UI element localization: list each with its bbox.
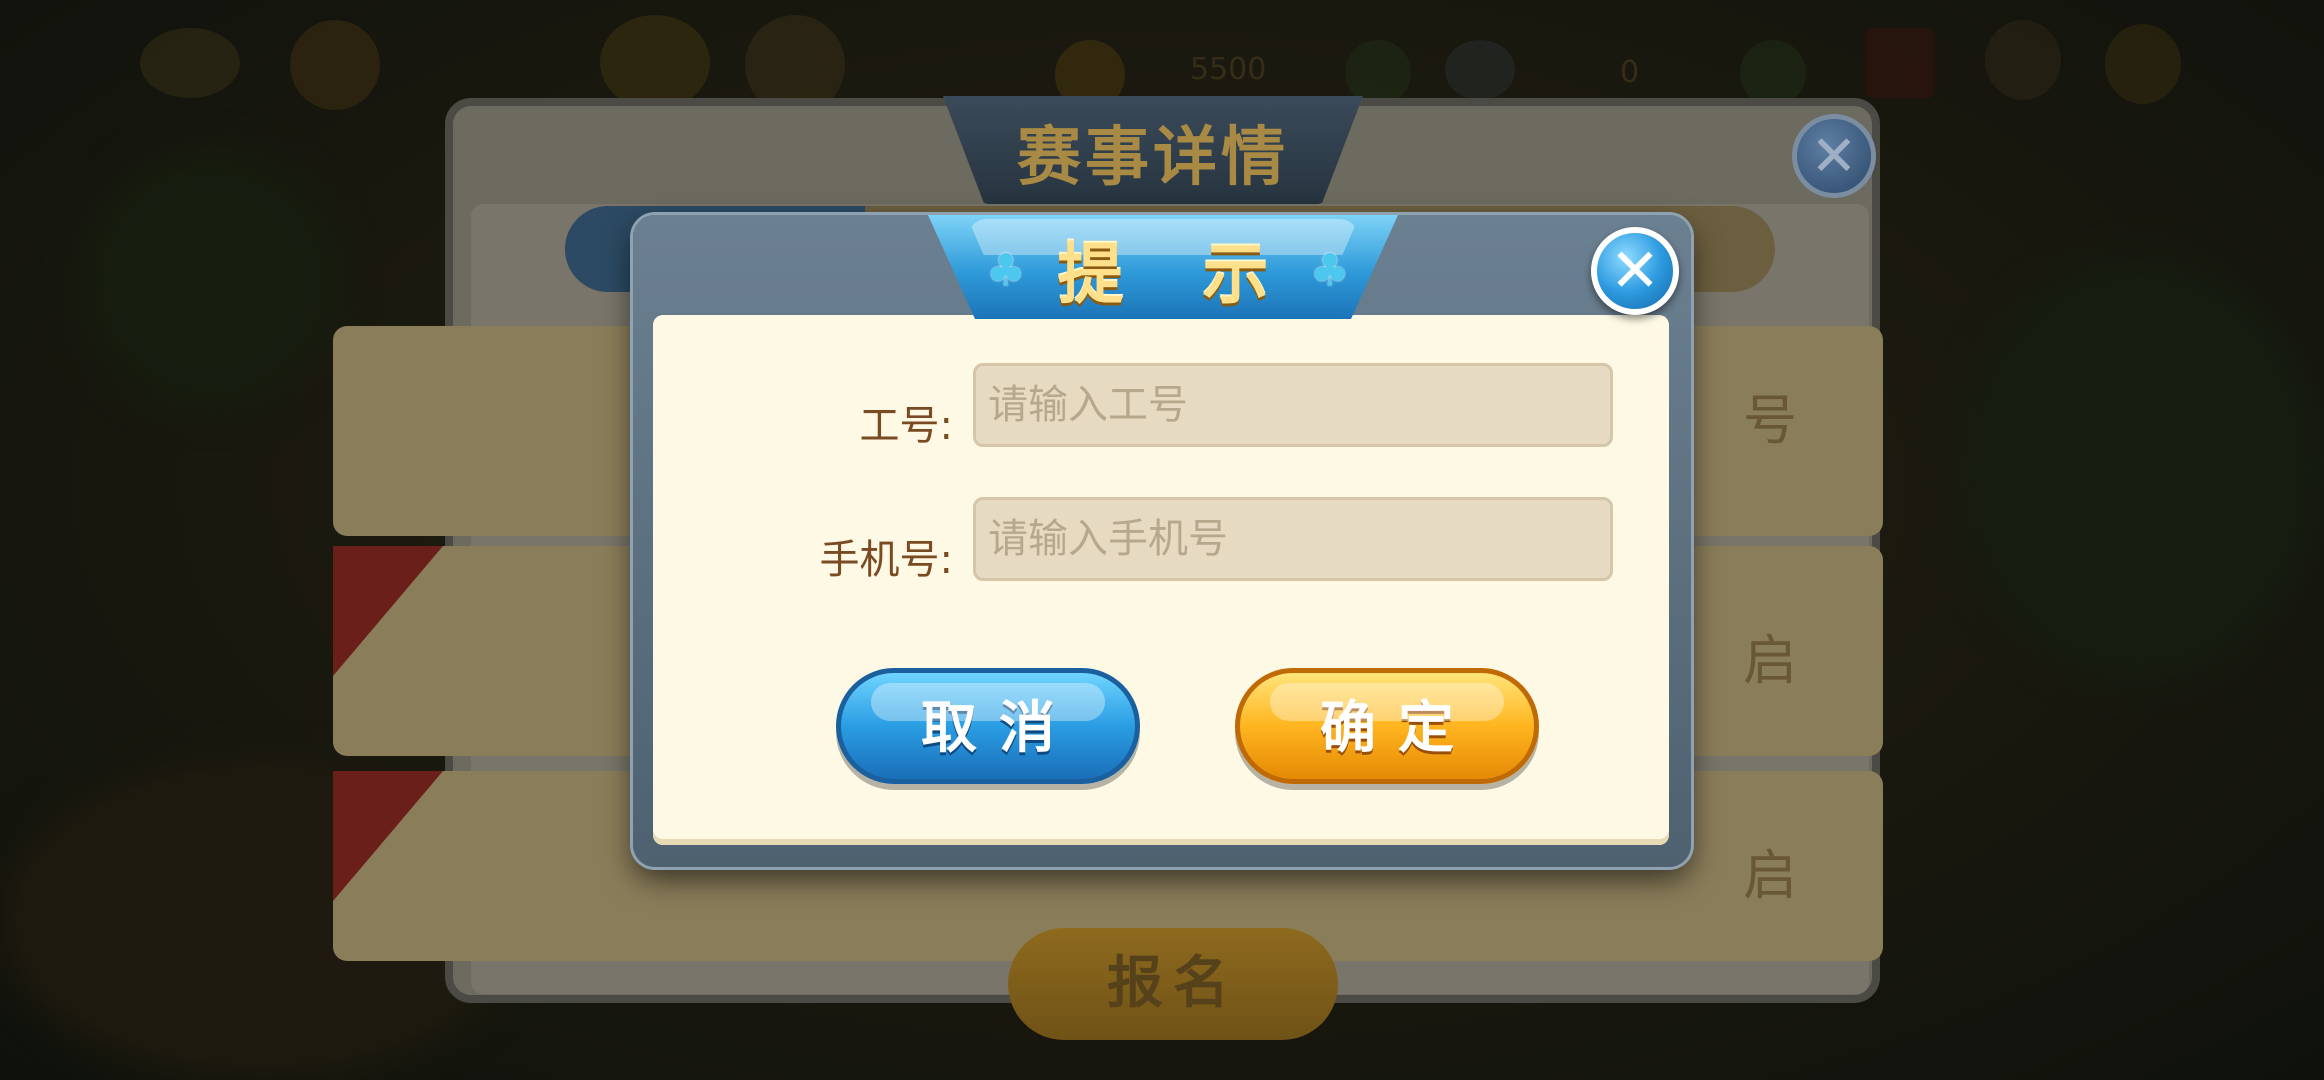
details-title-banner: 赛事详情 (943, 96, 1363, 206)
prompt-dialog: 工号: 手机号: 取消 确定 ♣ ♣ 提 示 ✕ (633, 215, 1691, 867)
signup-button[interactable]: 报名 (1008, 928, 1338, 1040)
daily-ribbon (333, 546, 443, 676)
phone-input[interactable] (973, 497, 1613, 581)
dialog-title-banner: ♣ ♣ 提 示 (928, 215, 1398, 319)
close-icon: ✕ (1609, 236, 1661, 306)
noon-ribbon (333, 771, 443, 901)
confirm-button[interactable]: 确定 (1235, 668, 1539, 784)
dialog-close-button[interactable]: ✕ (1591, 227, 1679, 315)
match-card-label: 号 (1743, 389, 1797, 452)
phone-label: 手机号: (819, 537, 953, 583)
match-card-status: 启 (1743, 844, 1797, 907)
close-icon: ✕ (1810, 123, 1858, 189)
cancel-button[interactable]: 取消 (836, 668, 1140, 784)
details-close-button[interactable]: ✕ (1792, 114, 1876, 198)
dialog-title: 提 示 (1057, 236, 1297, 313)
staff-id-input[interactable] (973, 363, 1613, 447)
details-title: 赛事详情 (1017, 121, 1289, 195)
match-card-status: 启 (1743, 629, 1797, 692)
dialog-body: 工号: 手机号: 取消 确定 (653, 315, 1669, 845)
staff-id-label: 工号: (859, 403, 953, 449)
